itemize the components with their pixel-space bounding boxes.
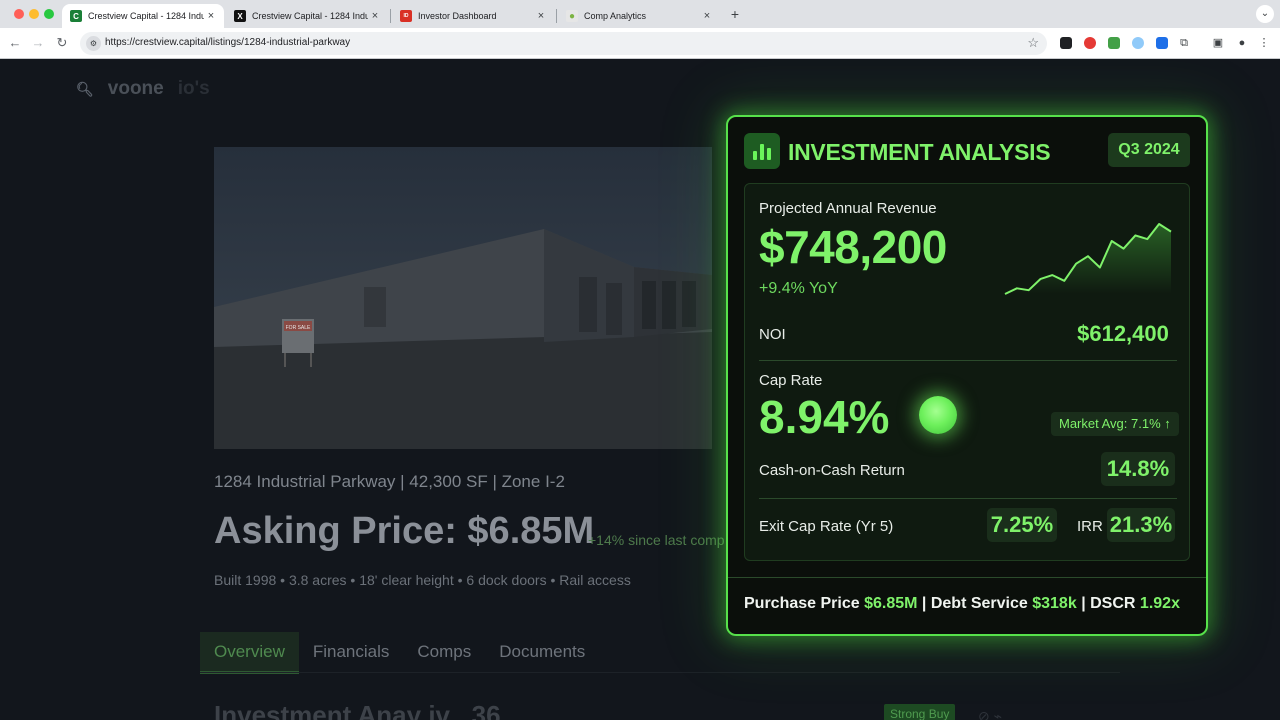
cap-rate-value: 8.94% (759, 391, 890, 443)
tab-separator (390, 9, 391, 23)
side-panel-icon[interactable]: ▣ (1210, 35, 1226, 51)
sparkline-area (1005, 224, 1171, 294)
tab-close-icon[interactable]: × (534, 10, 548, 22)
browser-tab-bar: C Crestview Capital - 1284 Indu × X Cres… (0, 0, 1280, 28)
dscr-label: DSCR (1090, 595, 1136, 612)
dashboard-favicon-icon: ID (400, 10, 412, 22)
tab-documents[interactable]: Documents (485, 632, 599, 674)
card-title: INVESTMENT ANALYSIS (788, 139, 1051, 165)
browser-tab-comp-analytics[interactable]: ● Comp Analytics × (558, 4, 720, 28)
site-info-icon[interactable]: ⚙ (86, 36, 101, 51)
cap-rate-status-indicator (919, 396, 957, 434)
tab-close-icon[interactable]: × (204, 10, 218, 22)
cap-rate-label: Cap Rate (759, 372, 823, 389)
site-logo-ghost-text: io's (177, 78, 210, 99)
tab-title: Comp Analytics (584, 11, 647, 21)
irr-value: 21.3% (1107, 508, 1175, 542)
browser-tab-crestview-active[interactable]: C Crestview Capital - 1284 Indu × (62, 4, 224, 28)
extension-icon[interactable] (1084, 37, 1096, 49)
coc-label: Cash-on-Cash Return (759, 462, 905, 479)
irr-label: IRR (1077, 518, 1103, 535)
back-arrow-icon[interactable]: ← (7, 35, 23, 51)
dscr-value: 1.92x (1139, 595, 1180, 612)
maximize-window-button[interactable] (44, 9, 54, 19)
revenue-sparkline (1004, 223, 1172, 295)
card-footer-divider (728, 577, 1206, 578)
purchase-price-value: $6.85M (864, 595, 918, 612)
section-title: Investment Anay iv . 36 (214, 700, 501, 720)
property-photo[interactable]: FOR SALE (214, 147, 712, 449)
metrics-panel: Projected Annual Revenue $748,200 +9.4% … (744, 183, 1190, 561)
market-avg-badge: Market Avg: 7.1% ↑ (1051, 412, 1179, 436)
card-footer-summary: Purchase Price $6.85M | Debt Service $31… (744, 595, 1180, 613)
divider (759, 498, 1177, 499)
strong-buy-badge: Strong Buy (884, 704, 956, 720)
profile-icon[interactable]: ● (1234, 35, 1250, 51)
footer-separator: | (1081, 595, 1086, 612)
tab-search-chevron-icon[interactable]: ⌄ (1256, 5, 1274, 23)
site-logo-text: voone (107, 78, 164, 99)
crestview-favicon-icon: C (70, 10, 82, 22)
tab-close-icon[interactable]: × (368, 10, 382, 22)
new-tab-button[interactable]: + (728, 6, 742, 22)
extension-icon[interactable] (1132, 37, 1144, 49)
listing-tabs: Overview Financials Comps Documents (200, 632, 599, 674)
tab-close-icon[interactable]: × (700, 10, 714, 22)
exit-cap-label: Exit Cap Rate (Yr 5) (759, 518, 894, 535)
extension-icon[interactable] (1108, 37, 1120, 49)
share-icon[interactable]: ⊘ ⌁ (978, 708, 1002, 720)
quarter-badge[interactable]: Q3 2024 (1108, 133, 1190, 167)
noi-label: NOI (759, 326, 786, 343)
extension-icon[interactable] (1156, 37, 1168, 49)
warehouse-image: FOR SALE (214, 147, 712, 449)
extension-icon[interactable] (1060, 37, 1072, 49)
tabs-divider (200, 672, 1120, 673)
tab-title: Investor Dashboard (418, 11, 497, 21)
tab-financials[interactable]: Financials (299, 632, 404, 674)
debt-service-label: Debt Service (930, 595, 1028, 612)
bar-chart-icon (744, 133, 780, 169)
purchase-price-label: Purchase Price (744, 595, 860, 612)
browser-tab-crestview-x[interactable]: X Crestview Capital - 1284 Indu × (226, 4, 388, 28)
url-text[interactable]: https://crestview.capital/listings/1284-… (105, 37, 350, 48)
x-favicon-icon: X (234, 10, 246, 22)
puzzle-extensions-icon[interactable]: ⧉ (1176, 35, 1192, 51)
footer-separator: | (921, 595, 927, 612)
comp-favicon-icon: ● (566, 10, 578, 22)
revenue-label: Projected Annual Revenue (759, 200, 937, 217)
tab-separator (556, 9, 557, 23)
tab-title: Crestview Capital - 1284 Indu (88, 11, 204, 21)
minimize-window-button[interactable] (29, 9, 39, 19)
debt-service-value: $318k (1032, 595, 1077, 612)
close-window-button[interactable] (14, 9, 24, 19)
asking-price-change: +14% since last comp (588, 532, 725, 548)
more-menu-icon[interactable]: ⋮ (1256, 35, 1272, 51)
tab-comps[interactable]: Comps (403, 632, 485, 674)
divider (759, 360, 1177, 361)
browser-toolbar: ← → ↻ ⚙ https://crestview.capital/listin… (0, 28, 1280, 59)
for-sale-sign-text: FOR SALE (286, 325, 311, 331)
revenue-value: $748,200 (759, 221, 947, 273)
property-address: 1284 Industrial Parkway | 42,300 SF | Zo… (214, 472, 565, 491)
site-header-logo[interactable]: 🔍︎ voone io's (76, 78, 210, 100)
exit-cap-value: 7.25% (987, 508, 1057, 542)
revenue-yoy-change: +9.4% YoY (759, 280, 838, 297)
investment-analysis-card: INVESTMENT ANALYSIS Q3 2024 Projected An… (726, 115, 1208, 636)
listing-page: 🔍︎ voone io's FOR SALE 1284 Industrial P… (0, 60, 1280, 720)
forward-arrow-icon[interactable]: → (30, 35, 46, 51)
noi-value: $612,400 (1077, 321, 1169, 346)
tab-overview[interactable]: Overview (200, 632, 299, 674)
search-icon[interactable]: 🔍︎ (76, 81, 94, 98)
asking-price: Asking Price: $6.85M (214, 510, 595, 552)
bookmark-star-icon[interactable]: ☆ (1027, 35, 1039, 51)
tab-title: Crestview Capital - 1284 Indu (252, 11, 368, 21)
browser-tab-investor-dashboard[interactable]: ID Investor Dashboard × (392, 4, 554, 28)
coc-value: 14.8% (1101, 452, 1175, 486)
property-specs: Built 1998 • 3.8 acres • 18' clear heigh… (214, 572, 631, 588)
reload-icon[interactable]: ↻ (54, 35, 70, 51)
address-bar[interactable]: ⚙ https://crestview.capital/listings/128… (80, 32, 1047, 55)
